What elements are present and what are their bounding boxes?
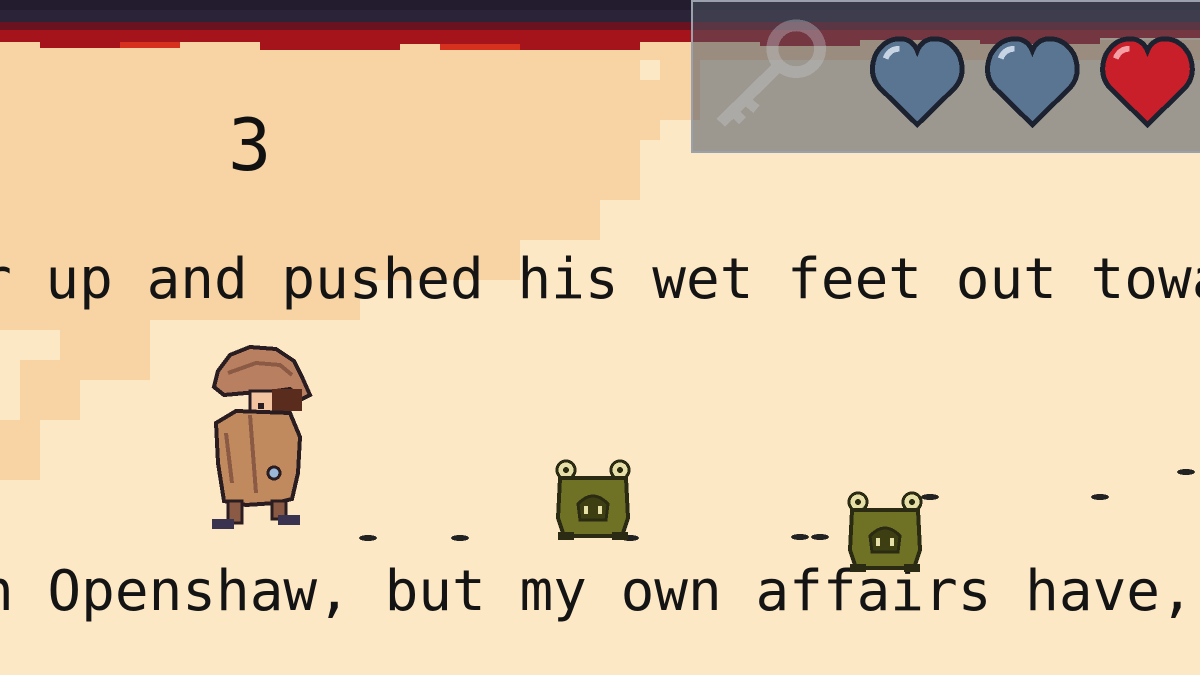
story-line: r up and pushed his wet feet out towards	[0, 247, 1200, 312]
hud-panel	[691, 0, 1200, 153]
story-line: n Openshaw, but my own affairs have, as …	[0, 559, 1200, 624]
heart-icon	[869, 36, 965, 129]
detective-icon[interactable]	[206, 343, 316, 533]
heart-icon	[985, 36, 1080, 129]
frog-monster-icon[interactable]	[554, 458, 634, 546]
key-icon	[716, 19, 826, 127]
heart-icon	[1100, 36, 1195, 129]
frog-monster-icon[interactable]	[846, 490, 926, 578]
page-number: 3	[228, 103, 272, 187]
game-scene: 3 r up and pushed his wet feet out towar…	[0, 0, 1200, 675]
